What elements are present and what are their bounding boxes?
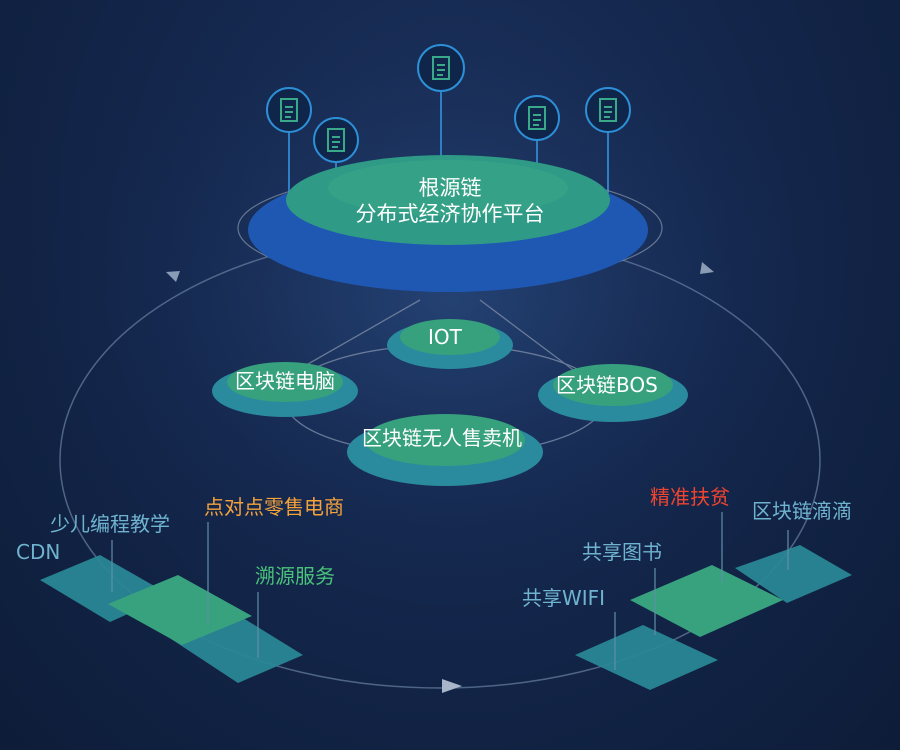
label-blockchain-didi: 区块链滴滴 bbox=[752, 499, 852, 523]
orbit-arrow-bottom bbox=[442, 679, 462, 693]
platform-title-line2: 分布式经济协作平台 bbox=[355, 202, 545, 226]
diagram-canvas bbox=[30, 0, 870, 693]
label-cdn: CDN bbox=[16, 540, 61, 564]
node-label-bos: 区块链BOS bbox=[556, 373, 658, 397]
label-coding: 少儿编程教学 bbox=[50, 512, 170, 536]
document-icon bbox=[266, 87, 312, 133]
label-traceability: 溯源服务 bbox=[255, 564, 335, 588]
node-label-vending: 区块链无人售卖机 bbox=[362, 426, 522, 450]
label-p2p-retail: 点对点零售电商 bbox=[204, 495, 344, 519]
document-icon bbox=[417, 44, 465, 92]
platform-title: 根源链 分布式经济协作平台 bbox=[300, 175, 600, 227]
platform-title-line1: 根源链 bbox=[418, 176, 482, 200]
label-shared-wifi: 共享WIFI bbox=[522, 586, 606, 610]
document-icon bbox=[313, 117, 359, 163]
label-poverty-relief: 精准扶贫 bbox=[650, 485, 730, 509]
document-icon bbox=[585, 87, 631, 133]
document-icon bbox=[514, 95, 560, 141]
node-label-pc: 区块链电脑 bbox=[235, 369, 335, 393]
label-shared-books: 共享图书 bbox=[582, 540, 662, 564]
node-label-iot: IOT bbox=[428, 325, 462, 349]
